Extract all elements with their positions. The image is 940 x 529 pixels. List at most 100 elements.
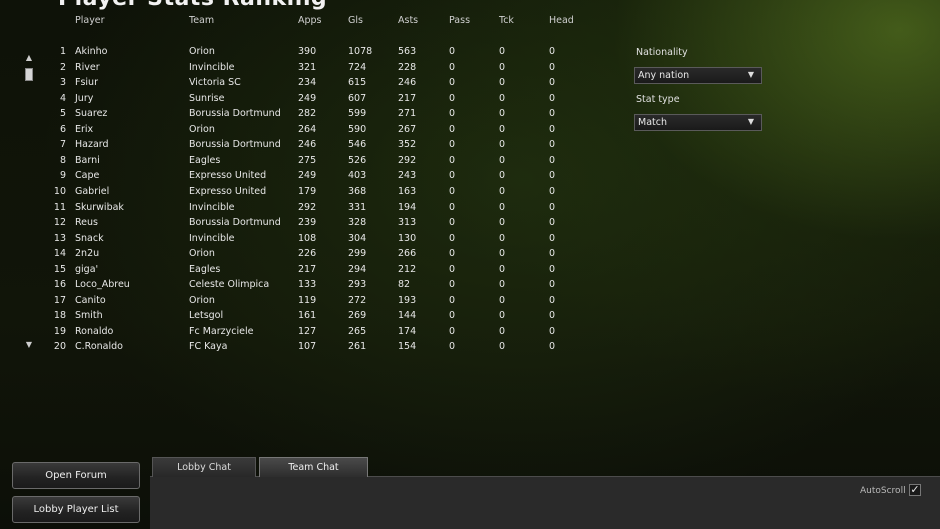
row-player: River [75, 61, 100, 73]
header-asts[interactable]: Asts [398, 15, 418, 26]
scroll-up-arrow-icon[interactable]: ▲ [24, 54, 34, 62]
row-asts: 163 [398, 185, 417, 197]
chevron-down-icon: ▼ [747, 117, 754, 126]
row-apps: 292 [298, 201, 317, 213]
row-pass: 0 [449, 294, 456, 306]
row-asts: 246 [398, 77, 417, 89]
header-apps[interactable]: Apps [298, 15, 322, 26]
row-tck: 0 [499, 108, 506, 120]
lobby-player-list-button[interactable]: Lobby Player List [12, 496, 140, 523]
row-asts: 154 [398, 341, 417, 353]
row-player: Barni [75, 154, 100, 166]
row-player: C.Ronaldo [75, 341, 123, 353]
header-team[interactable]: Team [189, 15, 214, 26]
row-pass: 0 [449, 139, 456, 151]
row-head: 0 [549, 310, 556, 322]
row-head: 0 [549, 201, 556, 213]
row-rank: 15 [53, 263, 66, 275]
header-tck[interactable]: Tck [499, 15, 514, 26]
row-apps: 234 [298, 77, 317, 89]
row-tck: 0 [499, 123, 506, 135]
row-gls: 328 [348, 217, 367, 229]
row-tck: 0 [499, 248, 506, 260]
row-asts: 130 [398, 232, 417, 244]
row-pass: 0 [449, 46, 456, 57]
row-team: Orion [189, 294, 215, 306]
row-asts: 82 [398, 279, 411, 291]
scrollbar-thumb[interactable] [25, 68, 33, 81]
tab-lobby-chat[interactable]: Lobby Chat [152, 457, 256, 477]
row-head: 0 [549, 61, 556, 73]
row-apps: 264 [298, 123, 317, 135]
row-player: Skurwibak [75, 201, 124, 213]
row-rank: 7 [59, 139, 66, 151]
row-rank: 20 [53, 341, 66, 353]
chat-panel[interactable] [150, 476, 940, 529]
row-pass: 0 [449, 61, 456, 73]
row-head: 0 [549, 279, 556, 291]
row-asts: 292 [398, 154, 417, 166]
row-head: 0 [549, 46, 556, 57]
row-head: 0 [549, 154, 556, 166]
row-team: Letsgol [189, 310, 224, 322]
row-rank: 14 [53, 248, 66, 260]
row-player: Smith [75, 310, 103, 322]
row-pass: 0 [449, 154, 456, 166]
row-pass: 0 [449, 77, 456, 89]
row-team: Invincible [189, 201, 235, 213]
tab-team-chat[interactable]: Team Chat [259, 457, 368, 477]
row-head: 0 [549, 294, 556, 306]
chevron-down-icon: ▼ [747, 70, 754, 79]
row-apps: 107 [298, 341, 317, 353]
header-pass[interactable]: Pass [449, 15, 470, 26]
row-player: Jury [75, 92, 94, 104]
open-forum-button[interactable]: Open Forum [12, 462, 140, 489]
header-head[interactable]: Head [549, 15, 574, 26]
header-player[interactable]: Player [75, 15, 105, 26]
row-rank: 16 [53, 279, 66, 291]
row-tck: 0 [499, 325, 506, 337]
row-tck: 0 [499, 294, 506, 306]
row-asts: 144 [398, 310, 417, 322]
autoscroll-label: AutoScroll [860, 486, 906, 496]
autoscroll-checkbox[interactable]: ✓ [909, 484, 921, 496]
row-apps: 239 [298, 217, 317, 229]
row-player: Akinho [75, 46, 108, 57]
row-tck: 0 [499, 185, 506, 197]
row-rank: 11 [53, 201, 66, 213]
row-tck: 0 [499, 46, 506, 57]
row-tck: 0 [499, 232, 506, 244]
row-gls: 299 [348, 248, 367, 260]
row-asts: 193 [398, 294, 417, 306]
row-player: Fsiur [75, 77, 98, 89]
row-head: 0 [549, 170, 556, 182]
row-tck: 0 [499, 263, 506, 275]
row-asts: 228 [398, 61, 417, 73]
row-pass: 0 [449, 232, 456, 244]
row-head: 0 [549, 139, 556, 151]
nationality-dropdown[interactable]: Any nation ▼ [634, 67, 762, 84]
row-asts: 313 [398, 217, 417, 229]
row-head: 0 [549, 217, 556, 229]
stat-type-dropdown[interactable]: Match ▼ [634, 114, 762, 131]
row-pass: 0 [449, 279, 456, 291]
row-apps: 179 [298, 185, 317, 197]
row-asts: 194 [398, 201, 417, 213]
row-asts: 352 [398, 139, 417, 151]
scroll-down-arrow-icon[interactable]: ▼ [24, 341, 34, 349]
row-team: Eagles [189, 154, 221, 166]
row-rank: 1 [59, 46, 66, 57]
row-asts: 174 [398, 325, 417, 337]
row-tck: 0 [499, 154, 506, 166]
row-player: Canito [75, 294, 106, 306]
row-rank: 5 [59, 108, 66, 120]
row-asts: 271 [398, 108, 417, 120]
header-gls[interactable]: Gls [348, 15, 363, 26]
row-tck: 0 [499, 201, 506, 213]
row-head: 0 [549, 325, 556, 337]
row-player: Reus [75, 217, 98, 229]
row-gls: 615 [348, 77, 367, 89]
row-head: 0 [549, 77, 556, 89]
row-asts: 267 [398, 123, 417, 135]
stat-type-label: Stat type [636, 94, 680, 105]
